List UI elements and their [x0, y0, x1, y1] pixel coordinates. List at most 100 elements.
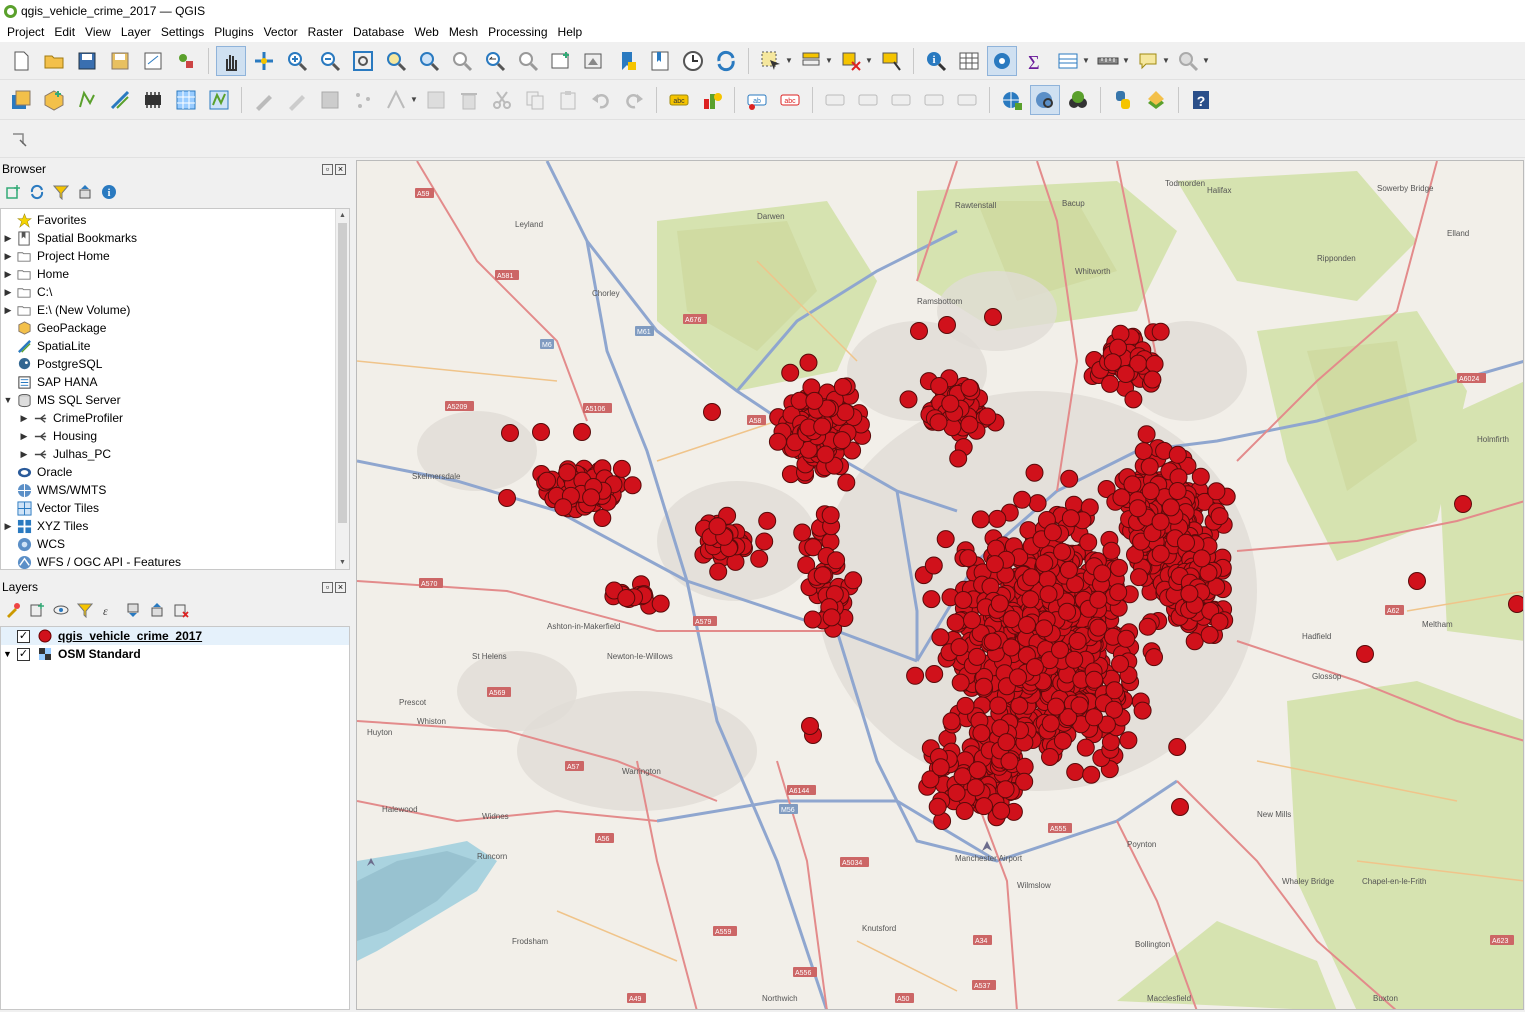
crime-point[interactable]	[573, 423, 591, 441]
info-icon[interactable]: i	[100, 183, 118, 201]
crime-point[interactable]	[844, 571, 863, 590]
crime-point[interactable]	[708, 517, 727, 536]
crime-point[interactable]	[1116, 365, 1135, 383]
crime-point[interactable]	[931, 758, 950, 777]
chevron-down-icon[interactable]: ▼	[1082, 56, 1090, 65]
zoom-in-icon[interactable]	[282, 46, 312, 76]
expand-arrow-icon[interactable]: ▼	[1, 395, 15, 405]
crime-point[interactable]	[1068, 632, 1087, 650]
crime-point[interactable]	[837, 473, 856, 492]
zoom-layer-icon[interactable]	[414, 46, 444, 76]
crime-point[interactable]	[498, 489, 516, 507]
redo-icon[interactable]	[619, 85, 649, 115]
wms-layer-icon[interactable]	[997, 85, 1027, 115]
crime-point[interactable]	[1059, 560, 1078, 579]
crime-point[interactable]	[954, 591, 973, 609]
expand-arrow-icon[interactable]: ▶	[1, 233, 15, 244]
crime-point[interactable]	[974, 677, 993, 696]
browser-item-ms-sql-server[interactable]: ▼ MS SQL Server	[1, 391, 349, 409]
style-manager-icon[interactable]	[171, 46, 201, 76]
menu-view[interactable]: View	[80, 25, 116, 39]
select-location-icon[interactable]	[876, 46, 906, 76]
chevron-down-icon[interactable]: ▼	[785, 56, 793, 65]
metasearch-icon[interactable]	[1030, 84, 1060, 115]
undo-icon[interactable]	[586, 85, 616, 115]
crime-point[interactable]	[813, 417, 832, 436]
crime-point[interactable]	[929, 413, 948, 432]
menu-vector[interactable]: Vector	[259, 25, 303, 39]
crime-point[interactable]	[1089, 590, 1108, 609]
crime-point[interactable]	[558, 463, 577, 482]
crime-point[interactable]	[906, 666, 925, 685]
crime-point[interactable]	[1002, 638, 1021, 657]
menu-raster[interactable]: Raster	[303, 25, 348, 39]
crime-point[interactable]	[1061, 509, 1080, 528]
crime-point[interactable]	[1035, 619, 1054, 638]
crime-point[interactable]	[1041, 748, 1059, 766]
crime-point[interactable]	[989, 696, 1008, 715]
crime-point[interactable]	[1013, 490, 1032, 509]
crime-point[interactable]	[1134, 442, 1153, 461]
crime-point[interactable]	[755, 532, 774, 551]
crime-point[interactable]	[1025, 658, 1044, 677]
new-spatialite-icon[interactable]	[105, 85, 135, 115]
crime-point[interactable]	[1085, 670, 1104, 689]
crime-point[interactable]	[1171, 798, 1189, 816]
crime-point[interactable]	[554, 498, 573, 517]
crime-point[interactable]	[922, 590, 941, 609]
locator-icon[interactable]	[1173, 46, 1203, 76]
save-project-icon[interactable]	[72, 46, 102, 76]
crime-point[interactable]	[593, 509, 612, 527]
browser-item-e-new-volume[interactable]: ▶ E:\ (New Volume)	[1, 301, 349, 319]
expand-all-icon[interactable]	[124, 601, 142, 619]
crime-point[interactable]	[1112, 488, 1131, 507]
crime-point[interactable]	[1200, 625, 1219, 644]
chevron-down-icon[interactable]: ▼	[1162, 56, 1170, 65]
crime-point[interactable]	[1053, 731, 1072, 750]
crime-point[interactable]	[1058, 602, 1077, 621]
expand-arrow-icon[interactable]: ▶	[1, 287, 15, 298]
open-table-icon[interactable]	[1053, 46, 1083, 76]
crime-point[interactable]	[833, 431, 851, 450]
crime-point[interactable]	[1117, 629, 1136, 648]
browser-item-spatialite[interactable]: SpatiaLite	[1, 337, 349, 355]
crime-point[interactable]	[1002, 610, 1021, 629]
crime-point[interactable]	[813, 566, 832, 585]
crime-point[interactable]	[910, 322, 928, 340]
zoom-full-icon[interactable]	[348, 46, 378, 76]
crime-point[interactable]	[781, 363, 800, 382]
zoom-last-icon[interactable]	[480, 46, 510, 76]
menu-help[interactable]: Help	[553, 25, 588, 39]
measure-icon[interactable]	[1093, 46, 1123, 76]
identify-icon[interactable]: i	[921, 46, 951, 76]
show-bookmarks-icon[interactable]	[645, 46, 675, 76]
float-panel-icon[interactable]: ▫	[322, 581, 333, 593]
crime-point[interactable]	[1009, 668, 1027, 687]
crime-point[interactable]	[1185, 632, 1204, 651]
crime-point[interactable]	[925, 665, 944, 683]
crime-point[interactable]	[836, 403, 855, 422]
crime-point[interactable]	[971, 510, 990, 529]
crime-point[interactable]	[996, 780, 1015, 799]
new-raster-icon[interactable]	[171, 85, 201, 115]
crime-point[interactable]	[959, 549, 978, 568]
crime-point[interactable]	[963, 611, 981, 630]
crime-point[interactable]	[768, 432, 787, 451]
layer-row-vehicle-crime[interactable]: ✓ qgis_vehicle_crime_2017	[1, 627, 349, 645]
crime-point[interactable]	[1079, 533, 1098, 552]
browser-item-sap-hana[interactable]: SAP HANA	[1, 373, 349, 391]
crime-point[interactable]	[936, 530, 955, 549]
label-tool-disabled-icon[interactable]	[886, 85, 916, 115]
expand-arrow-icon[interactable]: ▶	[1, 269, 15, 280]
label-tool-disabled-icon[interactable]	[820, 85, 850, 115]
crime-point[interactable]	[1101, 374, 1120, 393]
crime-point[interactable]	[1111, 654, 1129, 673]
data-source-manager-icon[interactable]	[6, 85, 36, 115]
crime-point[interactable]	[931, 628, 950, 647]
processing-toolbox-icon[interactable]	[987, 45, 1017, 76]
crime-point[interactable]	[1035, 554, 1054, 573]
crime-point[interactable]	[1043, 523, 1062, 542]
pan-icon[interactable]	[216, 45, 246, 76]
crime-point[interactable]	[1177, 533, 1195, 552]
refresh-icon[interactable]	[711, 46, 741, 76]
